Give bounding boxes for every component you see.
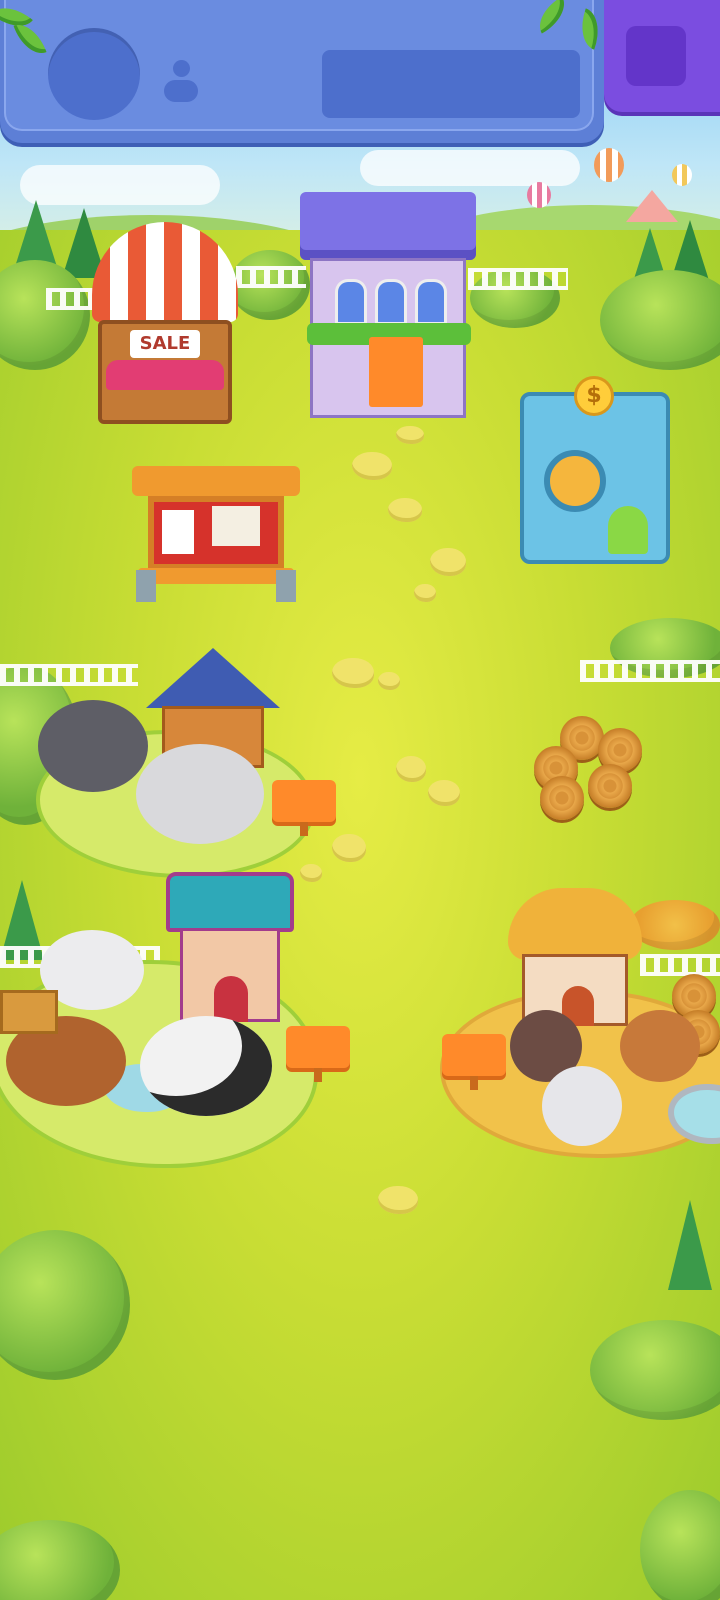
hen-orange[interactable] — [620, 1010, 700, 1082]
hen-white[interactable] — [542, 1066, 622, 1146]
coin-icon: $ — [574, 376, 614, 416]
player-name-field[interactable] — [322, 50, 580, 118]
board-top — [132, 466, 300, 496]
menu-button[interactable] — [604, 0, 720, 112]
shop-roof — [300, 192, 476, 260]
shop-window — [415, 279, 447, 325]
sign-post — [314, 1068, 322, 1082]
circus-tent-icon — [626, 190, 678, 222]
sheep-house-roof — [146, 648, 280, 708]
path-stone — [378, 1186, 418, 1214]
notice-board[interactable] — [132, 456, 300, 606]
shop-window — [335, 279, 367, 325]
hay-bale[interactable] — [588, 764, 632, 808]
cow-house-door — [214, 976, 248, 1022]
path-stone — [300, 864, 322, 882]
fence — [0, 664, 138, 686]
gem-pile-icon — [106, 360, 224, 390]
path-stone — [388, 498, 422, 522]
user-icon — [164, 60, 198, 106]
chicken-house-roof — [508, 888, 642, 960]
user-icon-body — [164, 80, 198, 102]
hud-inner-panel — [4, 0, 594, 131]
path-stone — [430, 548, 466, 576]
fence — [580, 660, 720, 682]
fence — [46, 288, 96, 310]
path-stone — [352, 452, 392, 480]
shop-banner[interactable] — [369, 337, 423, 407]
vault-dial-icon — [544, 450, 606, 512]
path-stone — [396, 426, 424, 444]
path-stone — [332, 834, 366, 862]
cow-house-sign[interactable] — [286, 1026, 350, 1068]
board-base — [138, 568, 294, 584]
user-icon-head — [173, 60, 190, 77]
bank-vault[interactable] — [520, 392, 670, 564]
path-stone — [378, 672, 400, 690]
path-stone — [428, 780, 460, 806]
shop-building[interactable] — [300, 192, 476, 422]
fence — [236, 266, 306, 288]
sale-sign: SALE — [130, 330, 200, 358]
sheep-house-sign[interactable] — [272, 780, 336, 822]
cloud — [360, 150, 580, 186]
tree — [668, 1200, 712, 1290]
sheep-white[interactable] — [136, 744, 264, 844]
hot-air-balloon-icon — [594, 148, 624, 182]
hot-air-balloon-icon — [672, 164, 692, 186]
hot-air-balloon-icon — [527, 182, 551, 208]
cow-house-roof — [166, 872, 294, 932]
sign-post — [470, 1076, 478, 1090]
hay-bale[interactable] — [540, 776, 584, 820]
bush — [630, 900, 720, 950]
fence — [468, 268, 568, 290]
map-paper-icon — [212, 506, 260, 546]
chicken-house-sign[interactable] — [442, 1034, 506, 1076]
cloud — [20, 165, 220, 205]
wooden-crates — [0, 990, 58, 1034]
cow-house[interactable] — [166, 872, 294, 1022]
board-panel — [148, 496, 284, 570]
quest-paper-icon — [162, 510, 194, 554]
board-leg — [276, 570, 296, 602]
farm-scene: SALE $ — [0, 0, 720, 1600]
cow-spotted[interactable] — [140, 1016, 272, 1116]
fence — [640, 954, 720, 976]
shop-window — [375, 279, 407, 325]
path-stone — [332, 658, 374, 688]
avatar[interactable] — [48, 28, 140, 120]
vault-door — [608, 506, 648, 554]
menu-button-icon — [626, 26, 686, 86]
shop-body — [307, 258, 471, 418]
top-hud-panel — [0, 0, 604, 143]
path-stone — [396, 756, 426, 782]
sign-post — [300, 822, 308, 836]
board-leg — [136, 570, 156, 602]
path-stone — [414, 584, 436, 602]
sheep-black[interactable] — [38, 700, 148, 792]
